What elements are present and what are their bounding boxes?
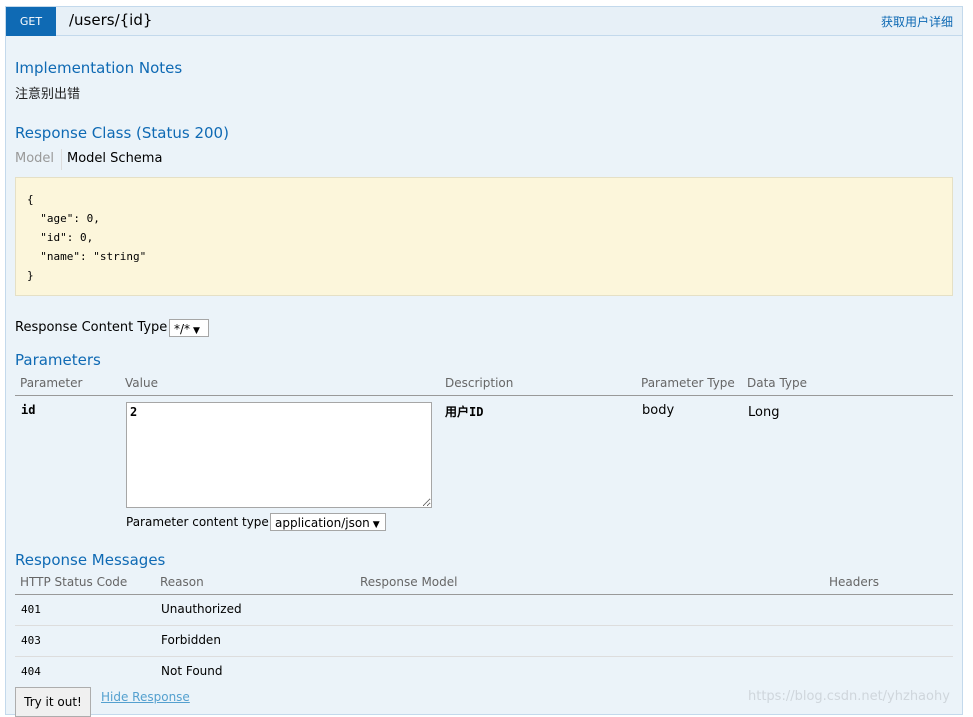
endpoint-path[interactable]: /users/{id} xyxy=(69,11,152,29)
param-data-type: Long xyxy=(748,405,780,420)
param-header-description: Description xyxy=(445,376,514,390)
resp-header-response-model: Response Model xyxy=(360,575,458,589)
chevron-down-icon: ▼ xyxy=(193,326,200,336)
model-schema-box[interactable]: { "age": 0, "id": 0, "name": "string" } xyxy=(15,177,953,296)
table-row-divider xyxy=(15,656,953,657)
resp-reason-403: Forbidden xyxy=(161,633,221,647)
table-row-divider xyxy=(15,625,953,626)
param-value-input[interactable] xyxy=(126,402,432,508)
try-it-out-button[interactable]: Try it out! xyxy=(15,687,91,717)
resp-code-404: 404 xyxy=(21,665,41,678)
implementation-notes-title: Implementation Notes xyxy=(15,59,183,77)
http-method-badge[interactable]: GET xyxy=(6,7,56,36)
model-schema-json: { "age": 0, "id": 0, "name": "string" } xyxy=(27,193,147,282)
implementation-notes-text: 注意别出错 xyxy=(15,87,81,102)
param-description: 用户ID xyxy=(445,405,484,419)
resp-code-401: 401 xyxy=(21,603,41,616)
param-header-parameter-type: Parameter Type xyxy=(641,376,735,390)
response-content-type-select[interactable]: */* ▼ xyxy=(169,319,209,337)
param-content-type-value: application/json xyxy=(275,516,370,530)
parameters-title: Parameters xyxy=(15,351,101,369)
chevron-down-icon: ▼ xyxy=(372,520,380,530)
hide-response-link[interactable]: Hide Response xyxy=(101,690,190,704)
param-content-type-select[interactable]: application/json ▼ xyxy=(270,513,386,531)
operation-panel: GET /users/{id} 获取用户详细 Implementation No… xyxy=(5,6,963,717)
resp-header-reason: Reason xyxy=(160,575,204,589)
response-content-type-label: Response Content Type xyxy=(15,320,168,335)
watermark-text: https://blog.csdn.net/yhzhaohy xyxy=(748,689,950,704)
operation-summary-link[interactable]: 获取用户详细 xyxy=(881,13,953,30)
resp-reason-404: Not Found xyxy=(161,664,223,678)
param-header-divider xyxy=(15,395,953,396)
param-type: body xyxy=(642,403,675,418)
tab-model-schema[interactable]: Model Schema xyxy=(67,151,162,166)
param-header-value: Value xyxy=(125,376,158,390)
param-name: id xyxy=(21,403,36,417)
operation-heading[interactable]: GET /users/{id} 获取用户详细 xyxy=(6,7,962,36)
tab-model[interactable]: Model xyxy=(15,151,54,166)
resp-reason-401: Unauthorized xyxy=(161,602,242,616)
response-messages-title: Response Messages xyxy=(15,551,166,569)
resp-header-divider xyxy=(15,594,953,595)
response-class-title: Response Class (Status 200) xyxy=(15,124,229,142)
param-header-parameter: Parameter xyxy=(20,376,83,390)
resp-code-403: 403 xyxy=(21,634,41,647)
tab-divider xyxy=(61,149,62,170)
param-content-type-label: Parameter content type: xyxy=(126,515,273,529)
param-header-data-type: Data Type xyxy=(747,376,808,390)
resp-header-headers: Headers xyxy=(829,575,879,589)
response-content-type-value: */* xyxy=(174,322,191,336)
resp-header-status-code: HTTP Status Code xyxy=(20,575,128,589)
